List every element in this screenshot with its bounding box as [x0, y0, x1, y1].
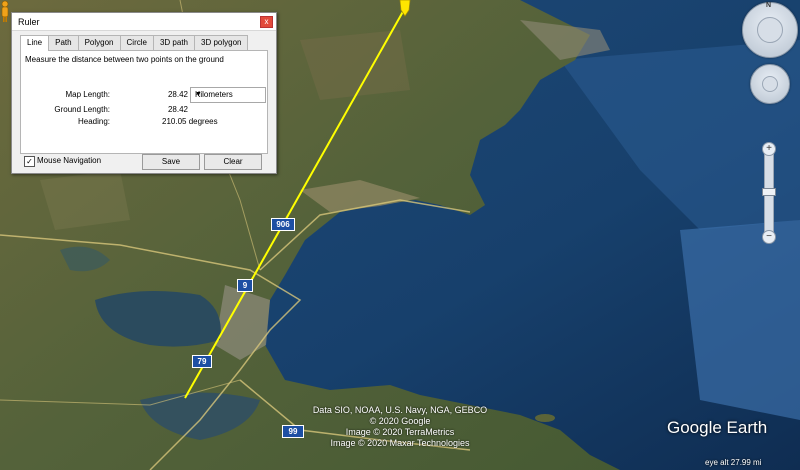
road-shield: 906	[271, 218, 295, 231]
clear-button[interactable]: Clear	[204, 154, 262, 170]
heading-value: 210.05 degrees	[162, 117, 218, 126]
mouse-navigation-checkbox[interactable]: ✓	[24, 156, 35, 167]
tab-circle[interactable]: Circle	[119, 35, 154, 50]
close-icon[interactable]: x	[260, 16, 273, 28]
attribution-text: Image © 2020 TerraMetrics	[345, 427, 455, 437]
compass-look-control[interactable]	[742, 2, 798, 58]
tab-3d-polygon[interactable]: 3D polygon	[194, 35, 249, 50]
ground-length-label: Ground Length:	[54, 105, 110, 114]
ground-length-value: 28.42	[167, 105, 188, 114]
road-shield: 79	[192, 355, 212, 368]
look-joystick[interactable]	[757, 17, 783, 43]
unit-select[interactable]: Kilometers ▼	[190, 87, 266, 103]
status-bar: eye alt 27.99 mi	[0, 458, 800, 470]
tab-path[interactable]: Path	[48, 35, 79, 50]
compass-north-icon[interactable]: N	[766, 2, 771, 9]
dialog-title: Ruler	[18, 17, 40, 27]
zoom-out-button[interactable]: −	[762, 230, 776, 244]
heading-label: Heading:	[77, 117, 110, 126]
attribution-text: Image © 2020 Maxar Technologies	[330, 438, 470, 448]
mouse-navigation-label[interactable]: Mouse Navigation	[37, 156, 101, 165]
map-length-value: 28.42	[167, 90, 188, 99]
eye-altitude: eye alt 27.99 mi	[705, 458, 762, 467]
ruler-titlebar[interactable]: Ruler x	[12, 13, 276, 31]
ruler-tabs: Line Path Polygon Circle 3D path 3D poly…	[20, 35, 249, 51]
save-button[interactable]: Save	[142, 154, 200, 170]
zoom-in-button[interactable]: +	[762, 142, 776, 156]
tab-polygon[interactable]: Polygon	[77, 35, 121, 50]
attribution-text: © 2020 Google	[369, 416, 431, 426]
tab-line[interactable]: Line	[20, 35, 50, 51]
street-view-pegman-icon[interactable]	[0, 0, 10, 22]
google-earth-logo: Google Earth	[667, 418, 768, 437]
ruler-description: Measure the distance between two points …	[25, 55, 224, 64]
move-control[interactable]	[750, 64, 790, 104]
attribution-text: Data SIO, NOAA, U.S. Navy, NGA, GEBCO	[312, 405, 488, 415]
zoom-slider-handle[interactable]	[762, 188, 776, 196]
road-shield: 9	[237, 279, 253, 292]
chevron-down-icon: ▼	[195, 91, 202, 98]
map-length-label: Map Length:	[65, 90, 110, 99]
ruler-dialog: Ruler x Line Path Polygon Circle 3D path…	[11, 12, 277, 174]
move-joystick[interactable]	[762, 76, 778, 92]
ruler-footer: ✓ Mouse Navigation Save Clear	[20, 154, 270, 170]
tab-3d-path[interactable]: 3D path	[152, 35, 195, 50]
